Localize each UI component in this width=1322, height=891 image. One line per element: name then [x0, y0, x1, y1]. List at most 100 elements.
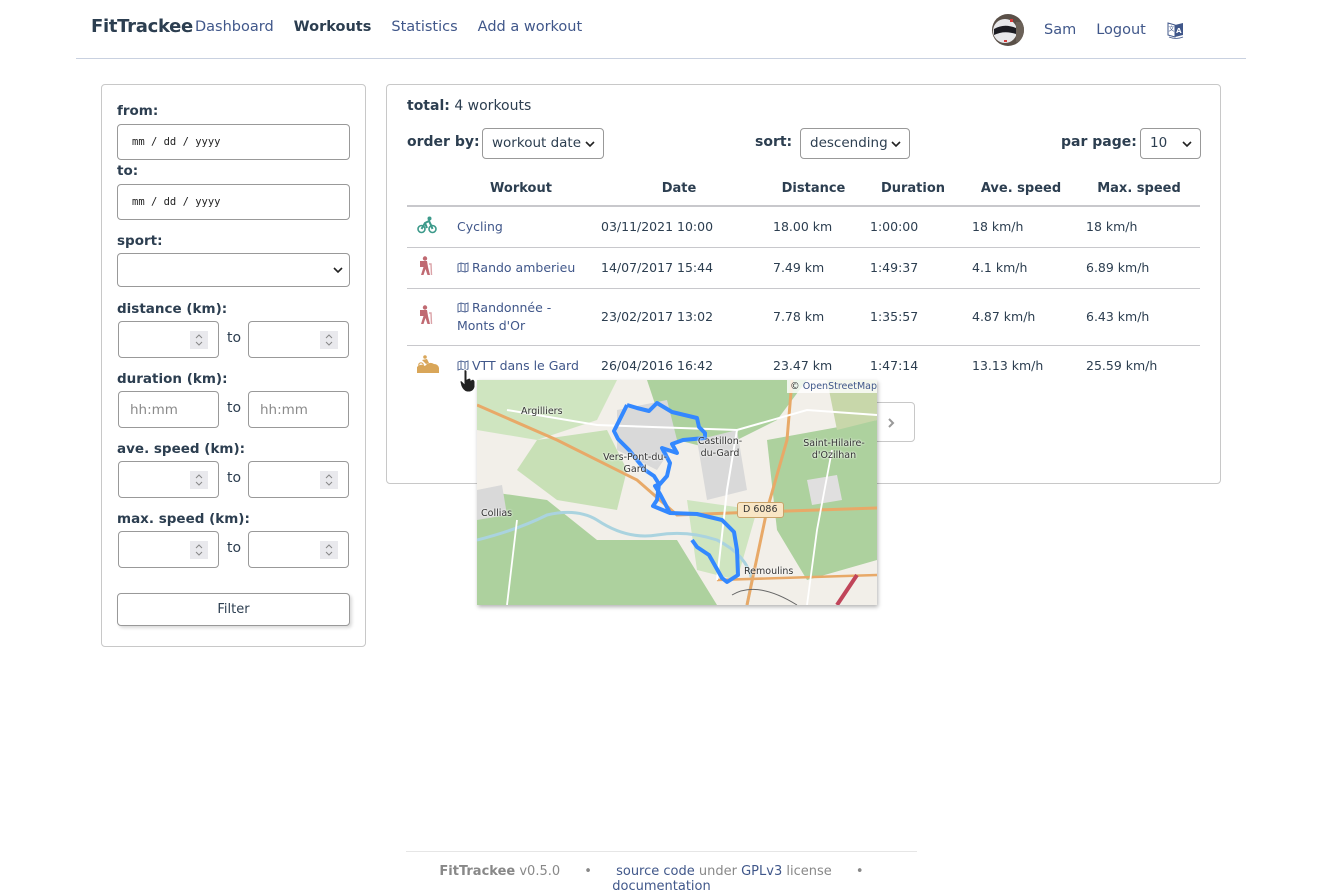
- duration-max-input[interactable]: hh:mm: [248, 391, 349, 428]
- map-icon: [457, 301, 469, 313]
- chevron-down-icon: [333, 267, 343, 274]
- duration-cell: 1:47:14: [870, 358, 919, 374]
- max-speed-cell: 6.89 km/h: [1078, 247, 1200, 289]
- footer: FitTrackee v0.5.0 • source code under GP…: [406, 851, 917, 891]
- osm-link[interactable]: OpenStreetMap: [803, 381, 877, 392]
- map-place-label: Castillon-du-Gard: [697, 436, 743, 459]
- chevron-down-icon: [585, 140, 595, 147]
- footer-separator: •: [584, 864, 592, 879]
- license-link[interactable]: GPLv3: [741, 864, 782, 879]
- chevron-down-icon: [1182, 140, 1192, 147]
- avatar[interactable]: [992, 14, 1024, 46]
- order-by-select[interactable]: workout date: [482, 128, 604, 159]
- chevron-right-icon: [888, 418, 895, 428]
- hiking-icon: [420, 305, 433, 325]
- sport-select[interactable]: [117, 253, 350, 287]
- cycling-icon: [417, 216, 437, 234]
- map-place-label: Saint-Hilaire-d'Ozilhan: [803, 438, 865, 461]
- filter-button[interactable]: Filter: [117, 593, 350, 626]
- spinner-icon[interactable]: [320, 471, 338, 489]
- navbar: FitTrackee Dashboard Workouts Statistics…: [76, 0, 1246, 59]
- map-icon: [457, 262, 469, 273]
- svg-text:文: 文: [1168, 25, 1174, 33]
- to-text: to: [227, 540, 242, 556]
- nav-dashboard[interactable]: Dashboard: [195, 19, 274, 35]
- total-label: total:: [407, 98, 450, 114]
- sport-cell: [407, 288, 449, 346]
- to-text: to: [227, 470, 242, 486]
- nav-links: Dashboard Workouts Statistics Add a work…: [195, 19, 602, 35]
- from-label: from:: [117, 103, 159, 119]
- sort-label: sort:: [755, 134, 793, 150]
- ave-speed-min-input[interactable]: [118, 461, 219, 498]
- footer-license-word: license: [786, 864, 832, 879]
- nav-add-workout[interactable]: Add a workout: [478, 19, 583, 35]
- workout-link[interactable]: Rando amberieu: [472, 260, 575, 275]
- workouts-total: total: 4 workouts: [407, 98, 531, 114]
- map-road-label: D 6086: [737, 502, 784, 518]
- distance-min-input[interactable]: [118, 321, 219, 358]
- ave-speed-max-input[interactable]: [248, 461, 349, 498]
- ave-speed-cell: 18 km/h: [964, 206, 1078, 248]
- ave-speed-cell: 13.13 km/h: [972, 358, 1044, 374]
- documentation-link[interactable]: documentation: [612, 879, 710, 891]
- date-cell: 03/11/2021 10:00: [593, 206, 765, 248]
- nav-workouts[interactable]: Workouts: [294, 19, 372, 35]
- source-code-link[interactable]: source code: [616, 864, 695, 879]
- total-value: 4 workouts: [454, 98, 532, 114]
- chevron-down-icon: [891, 140, 901, 147]
- spinner-icon[interactable]: [190, 471, 208, 489]
- nav-user-profile[interactable]: Sam: [1044, 22, 1076, 38]
- footer-under: under: [698, 864, 737, 879]
- table-row[interactable]: Cycling 03/11/2021 10:00 18.00 km 1:00:0…: [407, 206, 1200, 248]
- workout-cell: Randonnée - Monts d'Or: [449, 288, 593, 346]
- duration-min-input[interactable]: hh:mm: [118, 391, 219, 428]
- order-by-value: workout date: [492, 135, 582, 151]
- logout-link[interactable]: Logout: [1096, 22, 1146, 38]
- duration-label: duration (km):: [117, 371, 228, 387]
- max-speed-cell: 6.43 km/h: [1078, 288, 1200, 346]
- map-place-label: Vers-Pont-du-Gard: [603, 452, 667, 475]
- max-speed-min-input[interactable]: [118, 531, 219, 568]
- col-duration[interactable]: Duration: [862, 172, 964, 207]
- workout-map-preview: Argilliers Vers-Pont-du-Gard Castillon-d…: [477, 380, 877, 605]
- col-workout[interactable]: Workout: [449, 172, 593, 207]
- brand-logo[interactable]: FitTrackee: [91, 16, 193, 37]
- max-speed-max-input[interactable]: [248, 531, 349, 568]
- to-date-input[interactable]: mm / dd / yyyy: [117, 184, 350, 220]
- col-max-speed[interactable]: Max. speed: [1078, 172, 1200, 207]
- spinner-icon[interactable]: [320, 541, 338, 559]
- table-header-row: Workout Date Distance Duration Ave. spee…: [407, 172, 1200, 207]
- workout-link[interactable]: VTT dans le Gard: [472, 358, 579, 373]
- map-place-label: Argilliers: [521, 406, 563, 417]
- sort-value: descending: [810, 135, 888, 151]
- sort-select[interactable]: descending: [800, 128, 910, 159]
- per-page-label: par page:: [1061, 134, 1137, 150]
- spinner-icon[interactable]: [190, 541, 208, 559]
- to-text: to: [227, 330, 242, 346]
- ave-speed-label: ave. speed (km):: [117, 441, 246, 457]
- sport-cell: [407, 247, 449, 289]
- sport-cell: [407, 345, 449, 386]
- distance-cell: 7.78 km: [765, 288, 862, 346]
- map-attribution: © OpenStreetMap: [787, 380, 877, 393]
- per-page-select[interactable]: 10: [1140, 128, 1201, 159]
- table-row[interactable]: Rando amberieu 14/07/2017 15:44 7.49 km …: [407, 247, 1200, 289]
- col-date[interactable]: Date: [593, 172, 765, 207]
- workout-link[interactable]: Cycling: [457, 219, 503, 234]
- nav-statistics[interactable]: Statistics: [391, 19, 457, 35]
- to-text: to: [227, 400, 242, 416]
- col-distance[interactable]: Distance: [765, 172, 862, 207]
- distance-max-input[interactable]: [248, 321, 349, 358]
- translate-icon[interactable]: A 文: [1166, 20, 1186, 40]
- attribution-prefix: ©: [790, 381, 800, 392]
- sport-label: sport:: [117, 233, 163, 249]
- order-by-label: order by:: [407, 134, 480, 150]
- footer-version: v0.5.0: [519, 864, 561, 879]
- spinner-icon[interactable]: [190, 331, 208, 349]
- from-date-input[interactable]: mm / dd / yyyy: [117, 124, 350, 160]
- spinner-icon[interactable]: [320, 331, 338, 349]
- workout-link[interactable]: Randonnée - Monts d'Or: [457, 300, 551, 333]
- table-row[interactable]: Randonnée - Monts d'Or 23/02/2017 13:02 …: [407, 288, 1200, 346]
- col-ave-speed[interactable]: Ave. speed: [964, 172, 1078, 207]
